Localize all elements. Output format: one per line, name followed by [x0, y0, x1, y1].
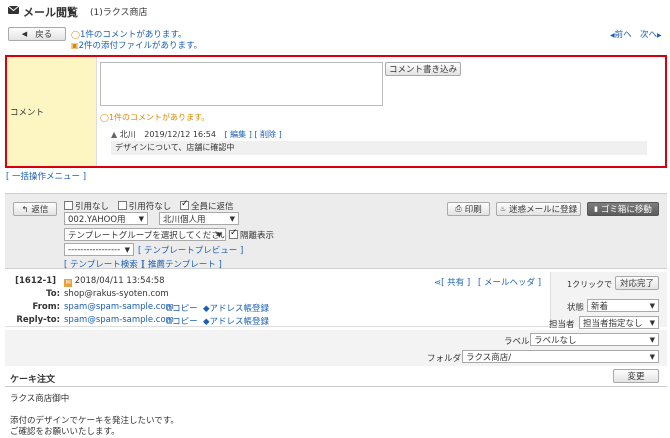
quote-none-checkbox[interactable]	[64, 201, 73, 210]
one-click-label: 1クリックで	[567, 280, 613, 289]
body-line: ラクス商店御中	[10, 394, 70, 404]
comment-count-notice: ◯1件のコメントがあります。	[100, 113, 210, 122]
mail-id: [1612-1]	[15, 276, 56, 286]
comment-bubble-icon: ◯	[100, 113, 109, 122]
chevron-down-icon: ▼	[124, 245, 130, 254]
mail-subject: ケーキ注文	[10, 375, 56, 385]
prev-link[interactable]: ◀前へ	[610, 28, 632, 40]
subject-row	[5, 367, 667, 387]
comment-entry-body: デザインについて、店舗に確認中	[111, 141, 647, 155]
chevron-down-icon: ▼	[649, 352, 655, 361]
from-copy-link[interactable]: ⧉コピー	[166, 302, 198, 314]
comment-bubble-icon: ◯	[71, 30, 80, 39]
folder-label: フォルダ	[427, 354, 462, 364]
spam-button[interactable]: ♨ 迷惑メールに登録	[496, 202, 581, 216]
body-line	[10, 405, 179, 416]
reply-button[interactable]: ↰ 返信	[13, 202, 57, 216]
label-label: ラベル	[504, 337, 530, 347]
printer-icon: ⎙	[455, 204, 462, 213]
comment-write-button[interactable]: コメント書き込み	[385, 62, 461, 76]
chevron-down-icon: ▼	[229, 214, 235, 223]
from-address-book-link[interactable]: ◆アドレス帳登録	[203, 302, 269, 314]
account-select[interactable]: 002.YAHOO用 ▼	[64, 212, 148, 225]
attachment-icon: ▣	[71, 41, 79, 50]
chevron-down-icon: ▼	[649, 335, 655, 344]
body-line: ご確認をお願いいたします。	[10, 427, 120, 437]
replyto-value[interactable]: spam@spam-sample.com	[64, 315, 174, 325]
label-select[interactable]: ラベルなし ▼	[530, 333, 659, 346]
mail-body: ラクス商店御中 添付のデザインでケーキを発注したいです。 ご確認をお願いいたしま…	[10, 394, 179, 438]
user-icon: ▲	[111, 130, 118, 139]
template-select[interactable]: ----------------- ▼	[64, 243, 134, 256]
trash-icon: ▮	[594, 205, 598, 213]
replyto-address-book-link[interactable]: ◆アドレス帳登録	[203, 315, 269, 327]
quote-none-option[interactable]: 引用なし	[64, 201, 109, 212]
mail-header-link[interactable]: [ メールヘッダ ]	[478, 276, 541, 288]
comment-label-cell: コメント	[7, 57, 97, 166]
hide-quote-option[interactable]: 隔離表示	[229, 228, 274, 241]
mail-icon: ✉	[64, 279, 72, 287]
comment-edit-link[interactable]: [ 編集 ]	[225, 130, 252, 139]
comment-label: コメント	[10, 108, 45, 118]
quote-symbol-option[interactable]: 引用符なし	[117, 201, 171, 212]
comment-datetime: 2019/12/12 16:54	[144, 130, 216, 139]
share-link[interactable]: ⋖[ 共有 ]	[434, 276, 470, 288]
comment-entry-meta: ▲ 北川 2019/12/12 16:54 [ 編集 ] [ 削除 ]	[111, 129, 282, 140]
bulk-menu-link[interactable]: [ 一括操作メニュー ]	[6, 170, 86, 182]
recommended-template-link[interactable]: [ 推薦テンプレート ]	[142, 258, 222, 270]
template-search-link[interactable]: [ テンプレート検索 ]	[64, 258, 144, 270]
mail-received: ✉ 2018/04/11 13:54:58	[64, 276, 165, 287]
quote-options: 引用なし 引用符なし 全員に返信	[64, 199, 233, 212]
left-arrow-icon: ◀	[21, 30, 28, 38]
template-preview-link[interactable]: [ テンプレートプレビュー ]	[138, 244, 243, 256]
page-header: メール閲覧 (1)ラクス商店	[8, 4, 308, 19]
assignee-label: 担当者	[549, 320, 575, 330]
comment-author: 北川	[119, 130, 136, 139]
folder-select[interactable]: ラクス商店/▼	[462, 350, 659, 363]
mail-envelope-icon	[8, 6, 19, 14]
body-line: 添付のデザインでケーキを発注したいです。	[10, 416, 179, 426]
from-label: From:	[32, 302, 60, 312]
quote-symbol-checkbox[interactable]	[117, 201, 127, 210]
comment-delete-link[interactable]: [ 削除 ]	[254, 130, 281, 139]
replyto-copy-link[interactable]: ⧉コピー	[166, 315, 198, 327]
template-group-select[interactable]: テンプレートグループを選択してください ▼	[64, 228, 226, 241]
to-value: shop@rakus-syoten.com	[64, 289, 169, 299]
trash-button[interactable]: ▮ ゴミ箱に移動	[587, 202, 659, 216]
reply-all-option[interactable]: 全員に返信	[179, 199, 233, 212]
chevron-down-icon: ▼	[649, 318, 655, 327]
chevron-down-icon: ▼	[138, 214, 144, 223]
next-arrow-icon: ▶	[657, 32, 662, 39]
status-label: 状態	[567, 303, 585, 313]
replyto-label: Reply-to:	[16, 315, 60, 325]
back-button[interactable]: ◀ 戻る	[8, 27, 66, 41]
comment-panel: コメント コメント書き込み ◯1件のコメントがあります。 ▲ 北川 2019/1…	[5, 55, 667, 168]
signature-select[interactable]: 北川個人用 ▼	[159, 212, 239, 225]
chevron-down-icon: ▼	[649, 301, 655, 310]
attachment-notice[interactable]: ▣2件の添付ファイルがあります。	[71, 39, 202, 51]
change-subject-button[interactable]: 変更	[613, 369, 659, 383]
comment-input[interactable]	[100, 62, 383, 106]
page-title: メール閲覧	[23, 6, 78, 19]
to-label: To:	[46, 289, 60, 299]
hide-quote-checkbox[interactable]	[229, 228, 238, 239]
from-value[interactable]: spam@spam-sample.com	[64, 302, 174, 312]
complete-button[interactable]: 対応完了	[615, 276, 659, 290]
status-select[interactable]: 新着 ▼	[587, 299, 659, 312]
fire-icon: ♨	[499, 205, 507, 213]
reply-all-checkbox[interactable]	[179, 199, 189, 210]
print-button[interactable]: ⎙ 印刷	[447, 202, 490, 216]
reply-icon: ↰	[21, 204, 29, 214]
chevron-down-icon: ▼	[216, 230, 222, 239]
assignee-select[interactable]: 担当者指定なし ▼	[579, 316, 659, 329]
next-link[interactable]: 次へ▶	[640, 28, 662, 40]
page-subtitle: (1)ラクス商店	[90, 8, 148, 18]
